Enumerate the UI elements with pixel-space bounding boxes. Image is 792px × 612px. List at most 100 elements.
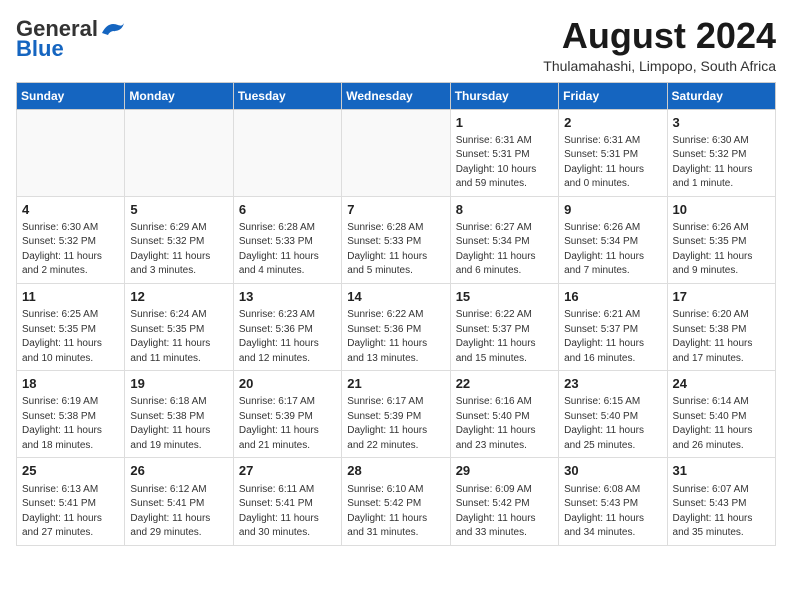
calendar-cell: 5Sunrise: 6:29 AM Sunset: 5:32 PM Daylig… (125, 196, 233, 283)
calendar-cell: 10 Sunrise: 6:26 AM Sunset: 5:35 PM Dayli… (667, 196, 775, 283)
calendar-cell: 15 Sunrise: 6:22 AM Sunset: 5:37 PM Dayli… (450, 283, 558, 370)
day-info: Sunrise: 6:17 AM Sunset: 5:39 PM Dayligh… (347, 395, 444, 453)
week-row-5: 25 Sunrise: 6:13 AM Sunset: 5:41 PM Dayli… (17, 458, 776, 545)
page-header: General Blue August 2024 Thulamahashi, L… (16, 16, 776, 74)
weekday-header-tuesday: Tuesday (233, 82, 341, 109)
day-info: Sunrise: 6:30 AM Sunset: 5:32 PM Dayligh… (673, 134, 770, 192)
day-number: 30 (564, 462, 661, 480)
day-info: Sunrise: 6:16 AM Sunset: 5:40 PM Dayligh… (456, 395, 553, 453)
day-info: Sunrise: 6:07 AM Sunset: 5:43 PM Dayligh… (673, 483, 770, 541)
day-info: Sunrise: 6:18 AM Sunset: 5:38 PM Dayligh… (130, 395, 227, 453)
weekday-header-saturday: Saturday (667, 82, 775, 109)
day-number: 9 (564, 201, 661, 219)
day-number: 26 (130, 462, 227, 480)
day-info: Sunrise: 6:22 AM Sunset: 5:37 PM Dayligh… (456, 308, 553, 366)
calendar-cell: 1 Sunrise: 6:31 AM Sunset: 5:31 PM Daylig… (450, 109, 558, 196)
day-number: 8 (456, 201, 553, 219)
day-number: 6 (239, 201, 336, 219)
calendar-cell (233, 109, 341, 196)
calendar-cell: 14 Sunrise: 6:22 AM Sunset: 5:36 PM Dayli… (342, 283, 450, 370)
day-info: Sunrise: 6:20 AM Sunset: 5:38 PM Dayligh… (673, 308, 770, 366)
week-row-2: 4 Sunrise: 6:30 AM Sunset: 5:32 PM Daylig… (17, 196, 776, 283)
calendar-cell: 25 Sunrise: 6:13 AM Sunset: 5:41 PM Dayli… (17, 458, 125, 545)
day-info: Sunrise: 6:10 AM Sunset: 5:42 PM Dayligh… (347, 483, 444, 541)
calendar-cell: 26 Sunrise: 6:12 AM Sunset: 5:41 PM Dayli… (125, 458, 233, 545)
weekday-header-monday: Monday (125, 82, 233, 109)
week-row-4: 18Sunrise: 6:19 AM Sunset: 5:38 PM Dayli… (17, 371, 776, 458)
day-info: Sunrise: 6:17 AM Sunset: 5:39 PM Dayligh… (239, 395, 336, 453)
day-number: 3 (673, 114, 770, 132)
calendar-cell: 8 Sunrise: 6:27 AM Sunset: 5:34 PM Daylig… (450, 196, 558, 283)
calendar-cell: 11 Sunrise: 6:25 AM Sunset: 5:35 PM Dayli… (17, 283, 125, 370)
calendar-cell: 13Sunrise: 6:23 AM Sunset: 5:36 PM Dayli… (233, 283, 341, 370)
day-number: 22 (456, 375, 553, 393)
day-number: 24 (673, 375, 770, 393)
calendar-cell: 23Sunrise: 6:15 AM Sunset: 5:40 PM Dayli… (559, 371, 667, 458)
calendar-cell: 9 Sunrise: 6:26 AM Sunset: 5:34 PM Daylig… (559, 196, 667, 283)
calendar-cell: 6 Sunrise: 6:28 AM Sunset: 5:33 PM Daylig… (233, 196, 341, 283)
month-title: August 2024 (543, 16, 776, 56)
logo-bird-icon (100, 19, 126, 39)
calendar-cell: 30 Sunrise: 6:08 AM Sunset: 5:43 PM Dayli… (559, 458, 667, 545)
day-number: 11 (22, 288, 119, 306)
calendar-cell: 28 Sunrise: 6:10 AM Sunset: 5:42 PM Dayli… (342, 458, 450, 545)
location: Thulamahashi, Limpopo, South Africa (543, 58, 776, 74)
day-info: Sunrise: 6:09 AM Sunset: 5:42 PM Dayligh… (456, 483, 553, 541)
day-info: Sunrise: 6:13 AM Sunset: 5:41 PM Dayligh… (22, 483, 119, 541)
day-number: 7 (347, 201, 444, 219)
calendar-cell: 12 Sunrise: 6:24 AM Sunset: 5:35 PM Dayli… (125, 283, 233, 370)
weekday-header-row: SundayMondayTuesdayWednesdayThursdayFrid… (17, 82, 776, 109)
weekday-header-sunday: Sunday (17, 82, 125, 109)
day-number: 21 (347, 375, 444, 393)
day-info: Sunrise: 6:21 AM Sunset: 5:37 PM Dayligh… (564, 308, 661, 366)
day-number: 18 (22, 375, 119, 393)
day-info: Sunrise: 6:26 AM Sunset: 5:34 PM Dayligh… (564, 221, 661, 279)
day-number: 13 (239, 288, 336, 306)
calendar-cell: 7 Sunrise: 6:28 AM Sunset: 5:33 PM Daylig… (342, 196, 450, 283)
day-number: 10 (673, 201, 770, 219)
calendar-cell: 4 Sunrise: 6:30 AM Sunset: 5:32 PM Daylig… (17, 196, 125, 283)
calendar-cell: 24 Sunrise: 6:14 AM Sunset: 5:40 PM Dayli… (667, 371, 775, 458)
day-number: 23 (564, 375, 661, 393)
week-row-3: 11 Sunrise: 6:25 AM Sunset: 5:35 PM Dayli… (17, 283, 776, 370)
day-number: 31 (673, 462, 770, 480)
week-row-1: 1 Sunrise: 6:31 AM Sunset: 5:31 PM Daylig… (17, 109, 776, 196)
calendar-cell: 31 Sunrise: 6:07 AM Sunset: 5:43 PM Dayli… (667, 458, 775, 545)
day-number: 25 (22, 462, 119, 480)
calendar-cell (17, 109, 125, 196)
calendar-cell: 17Sunrise: 6:20 AM Sunset: 5:38 PM Dayli… (667, 283, 775, 370)
day-info: Sunrise: 6:26 AM Sunset: 5:35 PM Dayligh… (673, 221, 770, 279)
day-info: Sunrise: 6:12 AM Sunset: 5:41 PM Dayligh… (130, 483, 227, 541)
day-info: Sunrise: 6:28 AM Sunset: 5:33 PM Dayligh… (239, 221, 336, 279)
day-number: 15 (456, 288, 553, 306)
calendar-table: SundayMondayTuesdayWednesdayThursdayFrid… (16, 82, 776, 546)
weekday-header-friday: Friday (559, 82, 667, 109)
day-number: 1 (456, 114, 553, 132)
weekday-header-thursday: Thursday (450, 82, 558, 109)
calendar-cell: 3 Sunrise: 6:30 AM Sunset: 5:32 PM Daylig… (667, 109, 775, 196)
calendar-cell: 29Sunrise: 6:09 AM Sunset: 5:42 PM Dayli… (450, 458, 558, 545)
day-info: Sunrise: 6:08 AM Sunset: 5:43 PM Dayligh… (564, 483, 661, 541)
weekday-header-wednesday: Wednesday (342, 82, 450, 109)
day-info: Sunrise: 6:31 AM Sunset: 5:31 PM Dayligh… (456, 134, 553, 192)
day-info: Sunrise: 6:14 AM Sunset: 5:40 PM Dayligh… (673, 395, 770, 453)
calendar-cell: 16Sunrise: 6:21 AM Sunset: 5:37 PM Dayli… (559, 283, 667, 370)
day-info: Sunrise: 6:22 AM Sunset: 5:36 PM Dayligh… (347, 308, 444, 366)
day-info: Sunrise: 6:27 AM Sunset: 5:34 PM Dayligh… (456, 221, 553, 279)
day-number: 4 (22, 201, 119, 219)
day-number: 19 (130, 375, 227, 393)
day-number: 20 (239, 375, 336, 393)
day-number: 28 (347, 462, 444, 480)
day-info: Sunrise: 6:28 AM Sunset: 5:33 PM Dayligh… (347, 221, 444, 279)
calendar-cell: 2Sunrise: 6:31 AM Sunset: 5:31 PM Daylig… (559, 109, 667, 196)
calendar-cell: 22 Sunrise: 6:16 AM Sunset: 5:40 PM Dayli… (450, 371, 558, 458)
day-info: Sunrise: 6:11 AM Sunset: 5:41 PM Dayligh… (239, 483, 336, 541)
day-number: 14 (347, 288, 444, 306)
day-info: Sunrise: 6:29 AM Sunset: 5:32 PM Dayligh… (130, 221, 227, 279)
calendar-cell: 20 Sunrise: 6:17 AM Sunset: 5:39 PM Dayli… (233, 371, 341, 458)
day-info: Sunrise: 6:24 AM Sunset: 5:35 PM Dayligh… (130, 308, 227, 366)
day-info: Sunrise: 6:25 AM Sunset: 5:35 PM Dayligh… (22, 308, 119, 366)
day-number: 27 (239, 462, 336, 480)
day-info: Sunrise: 6:30 AM Sunset: 5:32 PM Dayligh… (22, 221, 119, 279)
day-number: 12 (130, 288, 227, 306)
